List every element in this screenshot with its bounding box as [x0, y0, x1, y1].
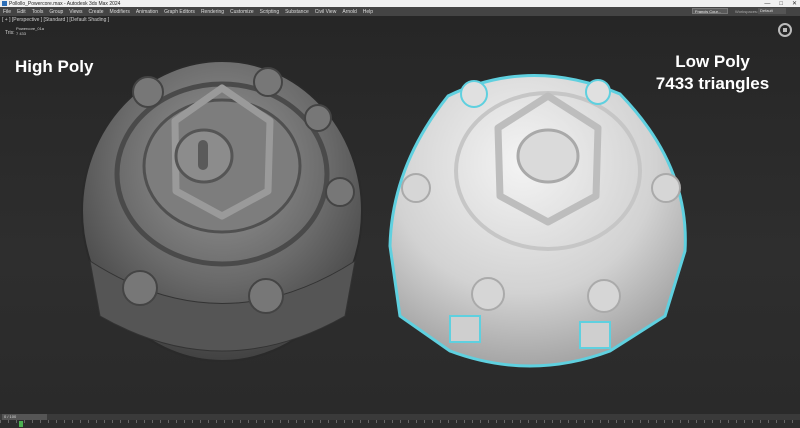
- low-poly-caption-line1: Low Poly: [675, 52, 750, 71]
- viewport-label-menu[interactable]: [ + ] [Perspective ] [Standard ] [Defaul…: [2, 17, 109, 23]
- high-poly-caption: High Poly: [15, 57, 94, 76]
- stats-tris-value: 7 433: [16, 31, 27, 36]
- menu-graph-editors[interactable]: Graph Editors: [161, 9, 198, 15]
- menu-animation[interactable]: Animation: [133, 9, 161, 15]
- menu-tools[interactable]: Tools: [29, 9, 47, 15]
- low-poly-caption-line2: 7433 triangles: [655, 74, 770, 93]
- low-poly-cap: [516, 128, 580, 184]
- window-title: Pollollo_Powercore.max - Autodesk 3ds Ma…: [9, 0, 121, 7]
- low-poly-caption: Low Poly 7433 triangles: [640, 51, 785, 95]
- menu-modifiers[interactable]: Modifiers: [107, 9, 133, 15]
- keyframe-marker[interactable]: [19, 421, 23, 427]
- low-poly-body: [388, 74, 687, 368]
- high-poly-bolt-4: [325, 177, 355, 207]
- high-poly-bolt-3: [304, 104, 332, 132]
- menu-substance[interactable]: Substance: [282, 9, 312, 15]
- low-poly-model: [388, 74, 687, 368]
- menu-file[interactable]: File: [0, 9, 14, 15]
- menu-civil-view[interactable]: Civil View: [312, 9, 340, 15]
- low-poly-base-block-2: [579, 321, 611, 349]
- menu-bar: File Edit Tools Group Views Create Modif…: [0, 7, 800, 16]
- low-poly-bolt-1: [460, 80, 488, 108]
- viewcube-icon[interactable]: [778, 23, 792, 37]
- menu-group[interactable]: Group: [46, 9, 66, 15]
- high-poly-bolt-6: [248, 278, 284, 314]
- menu-create[interactable]: Create: [86, 9, 107, 15]
- low-poly-base-block-1: [449, 315, 481, 343]
- signin-dropdown[interactable]: Francis Cour...: [692, 8, 728, 14]
- minimize-icon[interactable]: —: [764, 1, 770, 7]
- app-icon: [2, 1, 7, 6]
- maximize-icon[interactable]: □: [779, 1, 783, 7]
- workspaces-dropdown[interactable]: Default: [758, 8, 786, 14]
- track-bar[interactable]: [0, 420, 800, 428]
- low-poly-bolt-6: [587, 279, 621, 313]
- low-poly-bolt-4: [651, 173, 681, 203]
- high-poly-model: [81, 60, 363, 362]
- stats-tris-label: Tris:: [5, 30, 15, 36]
- menu-arnold[interactable]: Arnold: [339, 9, 359, 15]
- high-poly-bolt-1: [132, 76, 164, 108]
- low-poly-bolt-3: [401, 173, 431, 203]
- title-bar: Pollollo_Powercore.max - Autodesk 3ds Ma…: [0, 0, 800, 7]
- low-poly-bolt-2: [585, 79, 611, 105]
- track-bar-ticks: [0, 420, 800, 423]
- high-poly-bolt-5: [122, 270, 158, 306]
- menu-views[interactable]: Views: [66, 9, 85, 15]
- menu-customize[interactable]: Customize: [227, 9, 257, 15]
- menu-edit[interactable]: Edit: [14, 9, 29, 15]
- workspaces-label: Workspaces:: [735, 9, 759, 14]
- window-controls: — □ ✕: [764, 0, 797, 7]
- close-icon[interactable]: ✕: [792, 1, 797, 7]
- menu-rendering[interactable]: Rendering: [198, 9, 227, 15]
- low-poly-bolt-5: [471, 277, 505, 311]
- perspective-viewport[interactable]: [ + ] [Perspective ] [Standard ] [Defaul…: [0, 16, 800, 414]
- menu-scripting[interactable]: Scripting: [257, 9, 282, 15]
- high-poly-cap-slot: [198, 140, 208, 170]
- menu-help[interactable]: Help: [360, 9, 376, 15]
- high-poly-bolt-2: [253, 67, 283, 97]
